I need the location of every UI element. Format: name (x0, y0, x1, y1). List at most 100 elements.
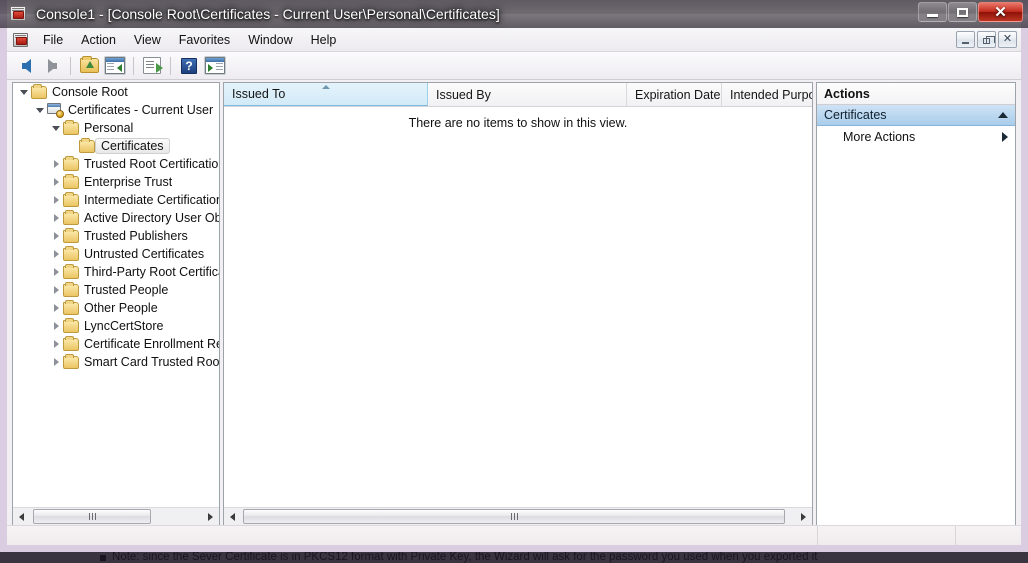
tree-node-label: Third-Party Root Certification Authoriti… (84, 265, 219, 279)
tree-node[interactable]: Smart Card Trusted Roots (13, 353, 219, 371)
tree-node[interactable]: LyncCertStore (13, 317, 219, 335)
help-button[interactable]: ? (176, 54, 202, 78)
actions-pane-title: Actions (817, 83, 1015, 105)
console-tree[interactable]: Console Root Certificates - Current User P… (13, 83, 219, 506)
action-more-actions[interactable]: More Actions (817, 126, 1015, 148)
chevron-right-icon (801, 512, 806, 521)
folder-icon (63, 353, 79, 369)
expand-triangle-icon[interactable] (49, 250, 63, 258)
expand-triangle-icon[interactable] (49, 196, 63, 204)
expand-triangle-icon[interactable] (49, 268, 63, 276)
tree-scroll-right-button[interactable] (202, 508, 219, 525)
list-column-header-label: Intended Purpose (730, 87, 812, 102)
list-scroll-right-button[interactable] (795, 508, 812, 525)
chevron-up-icon[interactable] (998, 112, 1008, 118)
up-one-level-button[interactable] (76, 54, 102, 78)
tree-horizontal-scrollbar[interactable] (13, 507, 219, 525)
chevron-left-icon (230, 512, 235, 521)
list-column-header[interactable]: Issued By (428, 83, 627, 106)
expand-triangle-icon[interactable] (49, 286, 63, 294)
tree-node-label: Console Root (52, 85, 128, 99)
list-column-header[interactable]: Intended Purpose (722, 83, 812, 106)
mdi-close-button[interactable]: ✕ (998, 31, 1017, 48)
window-title: Console1 - [Console Root\Certificates - … (36, 6, 500, 22)
tree-node-label: Trusted People (84, 283, 169, 297)
list-empty-message: There are no items to show in this view. (408, 116, 628, 130)
main-toolbar: ? (7, 52, 1021, 80)
tree-scroll-left-button[interactable] (13, 508, 30, 525)
tree-node[interactable]: Trusted Publishers (13, 227, 219, 245)
expand-triangle-icon[interactable] (49, 304, 63, 312)
menu-item-help[interactable]: Help (302, 30, 346, 50)
export-list-button[interactable] (139, 54, 165, 78)
collapse-triangle-icon[interactable] (49, 125, 63, 131)
list-scroll-track[interactable] (241, 508, 795, 525)
tree-node[interactable]: Third-Party Root Certification Authoriti… (13, 263, 219, 281)
action-more-actions-label: More Actions (843, 130, 916, 144)
forward-button[interactable] (39, 54, 65, 78)
actions-pane: Actions Certificates More Actions (816, 82, 1016, 526)
mdi-close-icon: ✕ (1002, 33, 1013, 45)
back-button[interactable] (13, 54, 39, 78)
status-bar-segment-2 (817, 525, 955, 546)
menu-item-file[interactable]: File (34, 30, 72, 50)
list-column-header[interactable]: Issued To (224, 83, 428, 106)
maximize-button[interactable] (948, 2, 977, 22)
help-question-icon: ? (181, 57, 197, 74)
mdi-minimize-icon (962, 41, 969, 44)
mdi-restore-button[interactable] (977, 31, 996, 48)
folder-icon (63, 155, 79, 171)
show-hide-action-pane-button[interactable] (202, 54, 228, 78)
expand-triangle-icon[interactable] (49, 358, 63, 366)
tree-node[interactable]: Personal (13, 119, 219, 137)
list-scroll-left-button[interactable] (224, 508, 241, 525)
minimize-button[interactable] (918, 2, 947, 22)
tree-node[interactable]: Certificate Enrollment Requests (13, 335, 219, 353)
maximize-icon (957, 7, 968, 17)
back-arrow-icon (21, 58, 31, 73)
sort-ascending-icon (321, 85, 330, 89)
tree-node[interactable]: Enterprise Trust (13, 173, 219, 191)
tree-node[interactable]: Other People (13, 299, 219, 317)
certificates-list-pane: Issued To Issued By Expiration Date Intende… (223, 82, 813, 526)
tree-node[interactable]: Untrusted Certificates (13, 245, 219, 263)
folder-icon (63, 335, 79, 351)
certificates-snapin-icon (47, 103, 64, 118)
menu-item-favorites[interactable]: Favorites (170, 30, 239, 50)
expand-triangle-icon[interactable] (49, 178, 63, 186)
tree-node-label: Certificates - Current User (68, 103, 214, 117)
expand-triangle-icon[interactable] (49, 340, 63, 348)
close-button[interactable]: ✕ (978, 2, 1023, 22)
tree-node[interactable]: Trusted People (13, 281, 219, 299)
tree-node[interactable]: Trusted Root Certification Authorities (13, 155, 219, 173)
menu-item-window[interactable]: Window (239, 30, 301, 50)
mmc-console-window: Console1 - [Console Root\Certificates - … (0, 0, 1028, 552)
console-client-area: Console Root Certificates - Current User P… (7, 80, 1021, 532)
expand-triangle-icon[interactable] (49, 214, 63, 222)
tree-node-label: LyncCertStore (84, 319, 164, 333)
actions-group-certificates[interactable]: Certificates (817, 105, 1015, 126)
tree-node[interactable]: Certificates (13, 137, 219, 155)
expand-triangle-icon[interactable] (49, 322, 63, 330)
background-note-text: Note: since the Sever Certificate is in … (112, 551, 818, 563)
tree-scroll-track[interactable] (30, 508, 202, 525)
tree-node[interactable]: Console Root (13, 83, 219, 101)
show-hide-console-tree-button[interactable] (102, 54, 128, 78)
expand-triangle-icon[interactable] (49, 160, 63, 168)
tree-node[interactable]: Certificates - Current User (13, 101, 219, 119)
mdi-minimize-button[interactable] (956, 31, 975, 48)
list-scroll-thumb[interactable] (243, 509, 785, 524)
collapse-triangle-icon[interactable] (33, 107, 47, 113)
list-column-header[interactable]: Expiration Date (627, 83, 722, 106)
menu-item-action[interactable]: Action (72, 30, 125, 50)
tree-node-label: Intermediate Certification Authorities (84, 193, 219, 207)
tree-node[interactable]: Active Directory User Object (13, 209, 219, 227)
tree-node[interactable]: Intermediate Certification Authorities (13, 191, 219, 209)
list-horizontal-scrollbar[interactable] (224, 507, 812, 525)
chevron-right-icon (208, 512, 213, 521)
menu-item-view[interactable]: View (125, 30, 170, 50)
expand-triangle-icon[interactable] (49, 232, 63, 240)
grip-icon (510, 513, 518, 520)
tree-scroll-thumb[interactable] (33, 509, 151, 524)
collapse-triangle-icon[interactable] (17, 89, 31, 95)
